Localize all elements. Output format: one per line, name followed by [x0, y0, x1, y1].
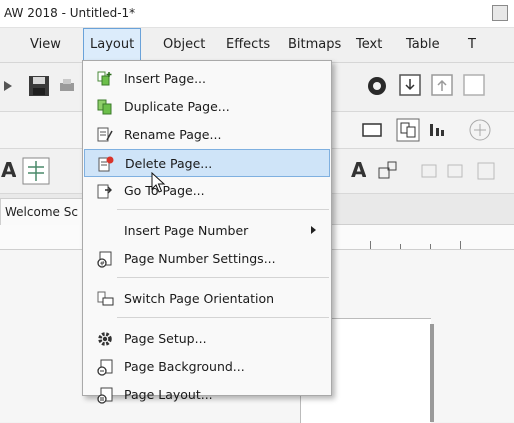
- menu-item-delete-page[interactable]: Delete Page...: [84, 149, 330, 177]
- delete-page-icon: [98, 156, 114, 172]
- group-icon[interactable]: [476, 161, 496, 181]
- menu-object[interactable]: Object: [157, 28, 211, 62]
- ruler-tick: [460, 241, 461, 249]
- ruler-tick: [430, 244, 431, 249]
- menu-item-label: Delete Page...: [125, 156, 213, 171]
- page-background-icon: [97, 359, 113, 376]
- window-restore-icon[interactable]: [492, 5, 508, 21]
- menu-item-page-setup[interactable]: Page Setup...: [84, 325, 330, 353]
- combine-icon[interactable]: [420, 161, 440, 181]
- shape-tool-icon[interactable]: [376, 159, 400, 183]
- menu-item-go-to-page[interactable]: Go To Page...: [84, 177, 330, 205]
- menu-item-label: Page Setup...: [124, 331, 207, 346]
- menu-bitmaps[interactable]: Bitmaps: [282, 28, 347, 62]
- artistic-text-icon[interactable]: A: [350, 159, 366, 181]
- menu-view[interactable]: View: [24, 28, 67, 62]
- add-icon[interactable]: [468, 118, 492, 142]
- align-icon[interactable]: [22, 157, 50, 185]
- menu-item-label: Page Background...: [124, 359, 245, 374]
- rename-page-icon: [97, 127, 113, 142]
- menu-table[interactable]: Table: [400, 28, 446, 62]
- publish-pdf-icon[interactable]: [462, 73, 486, 97]
- landscape-icon[interactable]: [362, 120, 382, 140]
- menu-item-insert-page-number[interactable]: Insert Page Number: [84, 217, 330, 245]
- menu-item-label: Insert Page Number: [124, 223, 249, 238]
- mouse-cursor-icon: [151, 172, 166, 193]
- page-shadow: [430, 324, 434, 422]
- menu-item-duplicate-page[interactable]: Duplicate Page...: [84, 93, 330, 121]
- tab-welcome-screen[interactable]: Welcome Sc: [0, 198, 84, 225]
- go-to-page-icon: [97, 184, 112, 199]
- save-icon[interactable]: [28, 75, 50, 97]
- menu-item-rename-page[interactable]: Rename Page...: [84, 121, 330, 149]
- menu-item-switch-page-orientation[interactable]: Switch Page Orientation: [84, 285, 330, 313]
- menu-separator: [117, 209, 329, 210]
- submenu-arrow-icon: [311, 226, 316, 234]
- units-icon[interactable]: [426, 118, 450, 142]
- window-title: AW 2018 - Untitled-1*: [4, 6, 136, 20]
- menu-tools[interactable]: T: [462, 28, 482, 62]
- menu-item-page-background[interactable]: Page Background...: [84, 353, 330, 381]
- page-number-settings-icon: #: [97, 251, 112, 268]
- menu-item-label: Duplicate Page...: [124, 99, 230, 114]
- corel-connect-icon[interactable]: [366, 75, 388, 97]
- duplicate-page-icon: [97, 99, 112, 115]
- title-bar: AW 2018 - Untitled-1*: [0, 0, 514, 28]
- menu-item-label: Page Layout...: [124, 387, 213, 402]
- page-layout-icon: [97, 387, 113, 404]
- text-tool-icon[interactable]: A: [0, 159, 16, 181]
- ruler-tick: [370, 241, 371, 249]
- svg-text:A: A: [351, 159, 366, 181]
- svg-text:#: #: [100, 261, 105, 268]
- menu-item-insert-page[interactable]: Insert Page...: [84, 65, 330, 93]
- menu-separator: [117, 317, 329, 318]
- switch-orientation-icon: [97, 291, 114, 306]
- menu-effects[interactable]: Effects: [220, 28, 276, 62]
- menu-bar: View Layout Object Effects Bitmaps Text …: [0, 28, 514, 63]
- menu-item-label: Switch Page Orientation: [124, 291, 275, 306]
- menu-item-label: Rename Page...: [124, 127, 222, 142]
- menu-item-label: Page Number Settings...: [124, 251, 276, 266]
- menu-layout[interactable]: Layout: [83, 28, 142, 62]
- menu-item-page-layout[interactable]: Page Layout...: [84, 381, 330, 404]
- menu-text[interactable]: Text: [350, 28, 388, 62]
- import-icon[interactable]: [398, 73, 422, 97]
- menu-item-page-number-settings[interactable]: # Page Number Settings...: [84, 245, 330, 273]
- break-apart-icon[interactable]: [446, 161, 466, 181]
- layout-menu: Insert Page... Duplicate Page... Rename …: [82, 60, 332, 404]
- toolbar-overflow-icon[interactable]: [4, 81, 12, 91]
- svg-text:A: A: [1, 159, 16, 181]
- menu-item-label: Insert Page...: [124, 71, 207, 86]
- insert-page-icon: [97, 71, 112, 86]
- ruler-tick: [400, 244, 401, 249]
- page-layout-toggle-icon[interactable]: [396, 118, 420, 142]
- export-icon[interactable]: [430, 73, 454, 97]
- gear-icon: [98, 332, 112, 346]
- print-icon[interactable]: [58, 77, 76, 95]
- menu-separator: [117, 277, 329, 278]
